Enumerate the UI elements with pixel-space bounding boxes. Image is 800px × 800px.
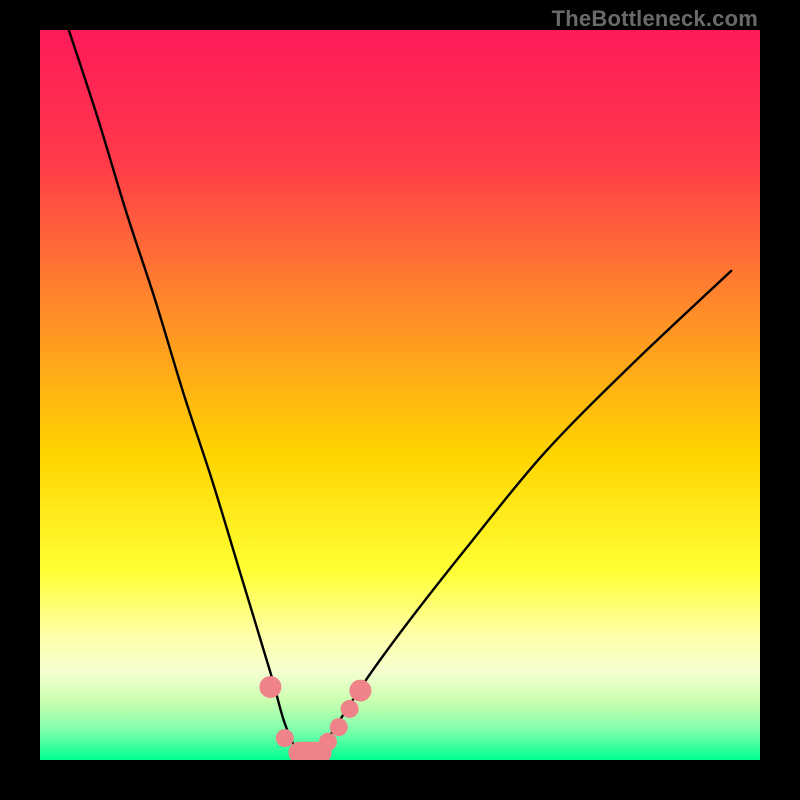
plot-area xyxy=(40,30,760,760)
outer-frame: TheBottleneck.com xyxy=(0,0,800,800)
heat-gradient-background xyxy=(40,30,760,760)
watermark-text: TheBottleneck.com xyxy=(552,6,758,32)
